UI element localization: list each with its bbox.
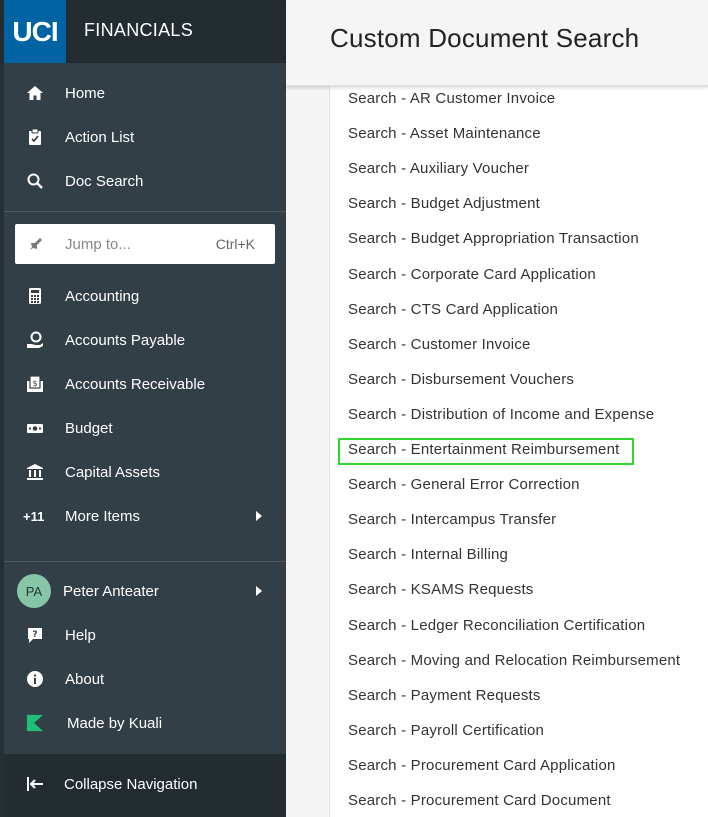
doc-search-link[interactable]: Search - Ledger Reconciliation Certifica…: [348, 617, 645, 634]
svg-text:$: $: [32, 379, 37, 388]
page-header: Custom Document Search: [286, 0, 708, 86]
nav-item-action-list[interactable]: Action List: [4, 115, 286, 159]
nav-label: Accounting: [65, 287, 140, 305]
calculator-icon: [26, 287, 44, 305]
money-icon: [26, 419, 44, 437]
collapse-label: Collapse Navigation: [64, 776, 198, 793]
doc-search-link[interactable]: Search - Intercampus Transfer: [348, 511, 556, 528]
doc-search-link[interactable]: Search - CTS Card Application: [348, 301, 558, 318]
home-icon: [26, 84, 44, 102]
doc-search-link[interactable]: Search - Internal Billing: [348, 546, 508, 563]
nav-item-made-by-kuali[interactable]: Made by Kuali: [4, 701, 286, 745]
page-title: Custom Document Search: [330, 23, 640, 53]
more-count: +11: [23, 508, 45, 524]
hand-coin-icon: [26, 331, 44, 349]
bank-icon: [26, 463, 44, 481]
user-menu[interactable]: PA Peter Anteater: [4, 569, 286, 613]
nav-label: About: [65, 670, 105, 688]
app-title: FINANCIALS: [84, 20, 194, 40]
doc-search-link[interactable]: Search - AR Customer Invoice: [348, 90, 555, 107]
doc-search-link[interactable]: Search - Customer Invoice: [348, 336, 531, 353]
nav-item-doc-search[interactable]: Doc Search: [4, 159, 286, 203]
clipboard-icon: [26, 128, 44, 146]
doc-search-link[interactable]: Search - Corporate Card Application: [348, 266, 596, 283]
nav-item-more-items[interactable]: +11 More Items: [4, 494, 286, 538]
divider: [4, 561, 286, 562]
nav-item-help[interactable]: ? Help: [4, 613, 286, 657]
nav-item-accounts-receivable[interactable]: $ Accounts Receivable: [4, 362, 286, 406]
svg-text:?: ?: [32, 630, 37, 640]
keyboard-shortcut: Ctrl+K: [215, 236, 255, 252]
doc-search-link[interactable]: Search - Procurement Card Application: [348, 757, 616, 774]
nav-label: Action List: [65, 128, 135, 146]
sidebar-navigation: UCI FINANCIALS Home Action List Doc Sear…: [0, 0, 286, 817]
nav-label: Doc Search: [65, 172, 144, 190]
nav-label: Home: [65, 84, 106, 102]
nav-item-accounting[interactable]: Accounting: [4, 274, 286, 318]
search-icon: [26, 172, 44, 190]
jump-to-input[interactable]: Jump to... Ctrl+K: [15, 224, 275, 264]
highlight-box: [338, 438, 634, 465]
nav-item-budget[interactable]: Budget: [4, 406, 286, 450]
nav-label: Made by Kuali: [67, 714, 163, 732]
doc-search-link[interactable]: Search - KSAMS Requests: [348, 581, 534, 598]
collapse-navigation-button[interactable]: Collapse Navigation: [4, 754, 286, 817]
nav-label: Accounts Receivable: [65, 375, 206, 393]
divider: [4, 211, 286, 212]
nav-item-home[interactable]: Home: [4, 71, 286, 115]
doc-search-link[interactable]: Search - Payroll Certification: [348, 722, 544, 739]
doc-search-link[interactable]: Search - Disbursement Vouchers: [348, 371, 574, 388]
uci-logo[interactable]: UCI: [4, 0, 66, 63]
document-search-list: Search - AR Customer Invoice Search - Ass…: [286, 86, 708, 817]
user-name: Peter Anteater: [63, 582, 159, 600]
doc-search-link[interactable]: Search - Auxiliary Voucher: [348, 160, 529, 177]
info-icon: [26, 670, 44, 688]
doc-search-link[interactable]: Search - Payment Requests: [348, 687, 541, 704]
doc-search-link[interactable]: Search - Budget Adjustment: [348, 195, 540, 212]
nav-item-capital-assets[interactable]: Capital Assets: [4, 450, 286, 494]
brand-header: UCI FINANCIALS: [0, 0, 286, 63]
help-icon: ?: [26, 626, 44, 644]
rocket-icon: [27, 235, 45, 253]
receipt-icon: $: [26, 375, 44, 393]
chevron-right-icon: [256, 586, 262, 596]
nav-label: Capital Assets: [65, 463, 161, 481]
nav-label: Budget: [65, 419, 113, 437]
doc-search-link[interactable]: Search - Budget Appropriation Transactio…: [348, 230, 639, 247]
collapse-left-icon: [26, 776, 44, 797]
doc-search-link[interactable]: Search - Distribution of Income and Expe…: [348, 406, 654, 423]
nav-label: Help: [65, 626, 96, 644]
avatar: PA: [17, 574, 51, 608]
jump-placeholder: Jump to...: [65, 235, 131, 253]
nav-item-accounts-payable[interactable]: Accounts Payable: [4, 318, 286, 362]
chevron-right-icon: [256, 511, 262, 521]
left-gutter: [286, 86, 330, 817]
nav-label: More Items: [65, 507, 141, 525]
doc-search-link[interactable]: Search - Asset Maintenance: [348, 125, 541, 142]
doc-search-link[interactable]: Search - Procurement Card Document: [348, 792, 611, 809]
doc-search-link[interactable]: Search - General Error Correction: [348, 476, 580, 493]
nav-item-about[interactable]: About: [4, 657, 286, 701]
nav-label: Accounts Payable: [65, 331, 186, 349]
doc-search-link[interactable]: Search - Moving and Relocation Reimburse…: [348, 652, 680, 669]
kuali-logo-icon: [26, 714, 44, 732]
